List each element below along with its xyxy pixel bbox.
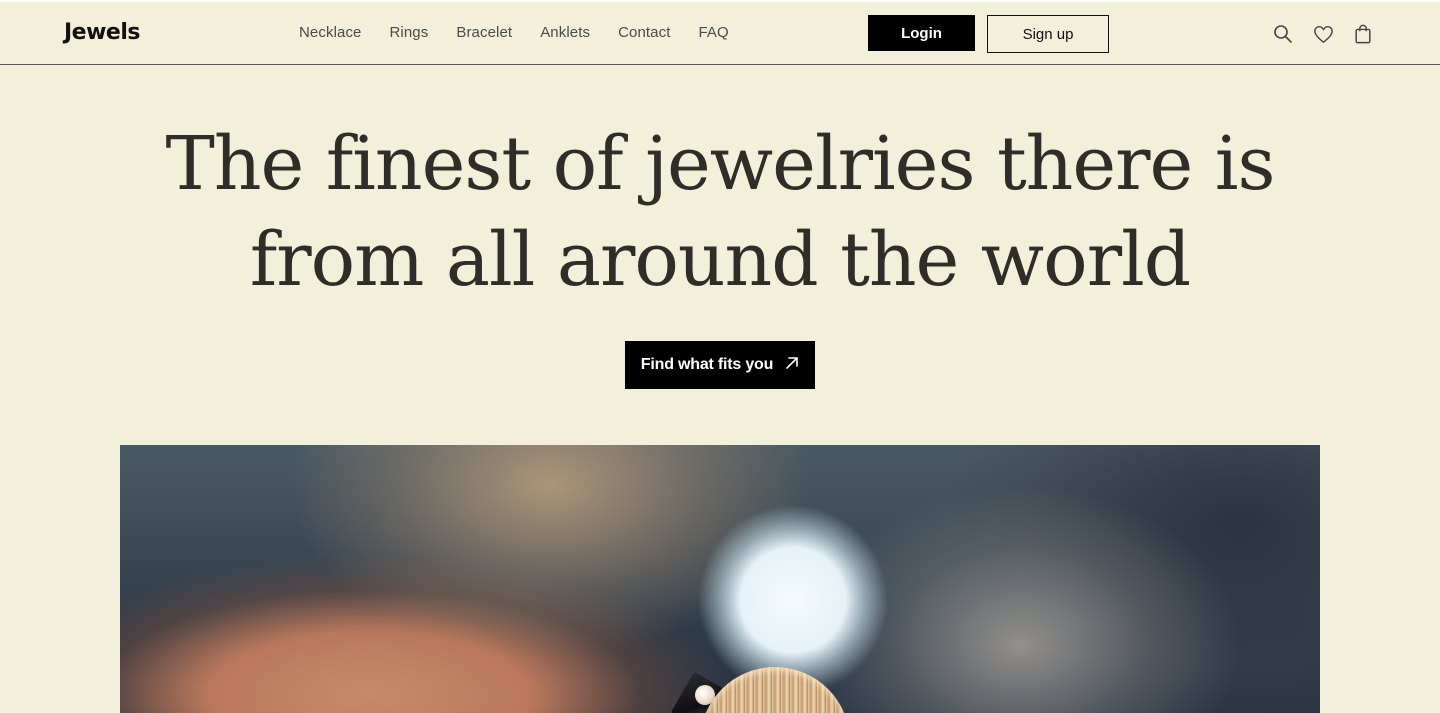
nav-item-contact[interactable]: Contact bbox=[618, 24, 670, 41]
search-icon[interactable] bbox=[1272, 23, 1294, 45]
signup-button[interactable]: Sign up bbox=[987, 15, 1109, 53]
hero-heading: The finest of jewelries there is from al… bbox=[0, 116, 1440, 308]
nav-item-necklace[interactable]: Necklace bbox=[299, 24, 362, 41]
cta-label: Find what fits you bbox=[640, 356, 774, 373]
nav-item-rings[interactable]: Rings bbox=[390, 24, 429, 41]
brand-logo[interactable]: Jewels bbox=[64, 20, 141, 45]
ring-gem-shape bbox=[695, 685, 715, 705]
find-what-fits-button[interactable]: Find what fits you bbox=[625, 341, 815, 389]
ring-band-shape bbox=[700, 667, 850, 713]
nav-item-anklets[interactable]: Anklets bbox=[540, 24, 590, 41]
shopping-bag-icon[interactable] bbox=[1352, 23, 1374, 45]
nav-item-faq[interactable]: FAQ bbox=[698, 24, 728, 41]
hero-heading-line-1: The finest of jewelries there is bbox=[165, 121, 1276, 207]
site-header: Jewels Necklace Rings Bracelet Anklets C… bbox=[0, 2, 1440, 65]
nav-item-bracelet[interactable]: Bracelet bbox=[456, 24, 512, 41]
login-button[interactable]: Login bbox=[868, 15, 975, 51]
arrow-up-right-icon bbox=[785, 356, 799, 375]
hero-ring-image bbox=[120, 445, 1320, 713]
main-nav: Necklace Rings Bracelet Anklets Contact … bbox=[299, 24, 757, 41]
heart-icon[interactable] bbox=[1312, 23, 1334, 45]
hero-heading-line-2: from all around the world bbox=[249, 217, 1191, 303]
